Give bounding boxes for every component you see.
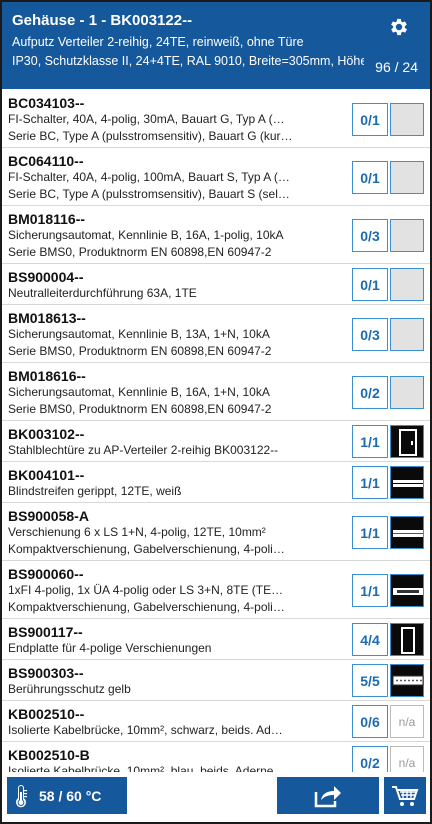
list-item[interactable]: BS900117-- Endplatte für 4-polige Verschi… (2, 619, 430, 660)
list-item[interactable]: BC034103-- FI-Schalter, 40A, 4-polig, 30m… (2, 90, 430, 148)
empty-thumbnail[interactable] (390, 268, 424, 301)
quantity-button[interactable]: 0/6 (352, 705, 388, 738)
busbar-thumbnail[interactable] (390, 574, 424, 607)
item-description: FI-Schalter, 40A, 4-polig, 30mA, Bauart … (8, 112, 285, 126)
item-description: Stahlblechtüre zu AP-Verteiler 2-reihig … (8, 443, 279, 457)
quantity-button[interactable]: 0/2 (352, 746, 388, 772)
cart-button[interactable] (384, 777, 426, 814)
item-description: Blindstreifen gerippt, 12TE, weiß (8, 484, 182, 498)
item-description: Endplatte für 4-polige Verschienungen (8, 641, 212, 655)
enclosure-header: Gehäuse - 1 - BK003122-- Aufputz Verteil… (2, 2, 430, 89)
quantity-button[interactable]: 1/1 (352, 516, 388, 549)
parts-list: BC034103-- FI-Schalter, 40A, 4-polig, 30m… (2, 90, 430, 772)
empty-thumbnail[interactable] (390, 219, 424, 252)
item-description: Sicherungsautomat, Kennlinie B, 16A, 1-p… (8, 228, 284, 242)
item-description: Verschienung 6 x LS 1+N, 4-polig, 12TE, … (8, 525, 266, 539)
quantity-button[interactable]: 0/1 (352, 268, 388, 301)
thermometer-icon (16, 784, 27, 807)
quantity-button[interactable]: 4/4 (352, 623, 388, 656)
item-series: Kompaktverschienung, Gabelverschienung, … (8, 542, 285, 556)
empty-thumbnail[interactable] (390, 103, 424, 136)
list-item[interactable]: BM018116-- Sicherungsautomat, Kennlinie B… (2, 206, 430, 264)
item-description: Sicherungsautomat, Kennlinie B, 16A, 1+N… (8, 385, 270, 399)
item-series: Kompaktverschienung, Gabelverschienung, … (8, 600, 285, 614)
footer-bar: 58 / 60 °C (2, 772, 430, 822)
item-series: Serie BMS0, Produktnorm EN 60898,EN 6094… (8, 245, 272, 259)
list-item[interactable]: KB002510-B Isolierte Kabelbrücke, 10mm², … (2, 742, 430, 772)
enclosure-title: Gehäuse - 1 - BK003122-- (12, 12, 193, 29)
enclosure-description-line2: IP30, Schutzklasse II, 24+4TE, RAL 9010,… (12, 54, 364, 68)
item-series: Serie BMS0, Produktnorm EN 60898,EN 6094… (8, 344, 272, 358)
no-image-thumbnail[interactable]: n/a (390, 705, 424, 738)
blanking-strip-thumbnail[interactable] (390, 466, 424, 499)
door-thumbnail[interactable] (390, 425, 424, 458)
item-description: FI-Schalter, 40A, 4-polig, 100mA, Bauart… (8, 170, 290, 184)
touch-guard-thumbnail[interactable] (390, 664, 424, 697)
list-item[interactable]: KB002510-- Isolierte Kabelbrücke, 10mm², … (2, 701, 430, 742)
quantity-button[interactable]: 0/3 (352, 318, 388, 351)
list-item[interactable]: BS900004-- Neutralleiterdurchführung 63A,… (2, 264, 430, 305)
quantity-button[interactable]: 1/1 (352, 466, 388, 499)
item-description: 1xFI 4-polig, 1x ÜA 4-polig oder LS 3+N,… (8, 583, 284, 597)
temperature-button[interactable]: 58 / 60 °C (7, 777, 127, 814)
item-series: Serie BC, Type A (pulsstromsensitiv), Ba… (8, 129, 293, 143)
app-frame: Gehäuse - 1 - BK003122-- Aufputz Verteil… (2, 2, 430, 822)
export-button[interactable] (277, 777, 379, 814)
module-count: 96 / 24 (375, 59, 418, 75)
list-item[interactable]: BM018616-- Sicherungsautomat, Kennlinie B… (2, 363, 430, 421)
item-description: Sicherungsautomat, Kennlinie B, 13A, 1+N… (8, 327, 270, 341)
quantity-button[interactable]: 0/1 (352, 161, 388, 194)
cart-icon (392, 785, 419, 806)
list-item[interactable]: BK004101-- Blindstreifen gerippt, 12TE, w… (2, 462, 430, 503)
list-item[interactable]: BS900058-A Verschienung 6 x LS 1+N, 4-pol… (2, 503, 430, 561)
empty-thumbnail[interactable] (390, 376, 424, 409)
list-item[interactable]: BM018613-- Sicherungsautomat, Kennlinie B… (2, 305, 430, 363)
no-image-thumbnail[interactable]: n/a (390, 746, 424, 772)
list-item[interactable]: BK003102-- Stahlblechtüre zu AP-Verteiler… (2, 421, 430, 462)
item-description: Berührungsschutz gelb (8, 682, 131, 696)
end-plate-thumbnail[interactable] (390, 623, 424, 656)
temperature-label: 58 / 60 °C (39, 787, 102, 804)
list-item[interactable]: BS900303-- Berührungsschutz gelb 5/5 (2, 660, 430, 701)
quantity-button[interactable]: 1/1 (352, 425, 388, 458)
quantity-button[interactable]: 0/3 (352, 219, 388, 252)
empty-thumbnail[interactable] (390, 318, 424, 351)
busbar-thumbnail[interactable] (390, 516, 424, 549)
list-item[interactable]: BC064110-- FI-Schalter, 40A, 4-polig, 100… (2, 148, 430, 206)
empty-thumbnail[interactable] (390, 161, 424, 194)
item-description: Neutralleiterdurchführung 63A, 1TE (8, 286, 197, 300)
item-series: Serie BMS0, Produktnorm EN 60898,EN 6094… (8, 402, 272, 416)
quantity-button[interactable]: 1/1 (352, 574, 388, 607)
list-item[interactable]: BS900060-- 1xFI 4-polig, 1x ÜA 4-polig od… (2, 561, 430, 619)
item-series: Serie BC, Type A (pulsstromsensitiv), Ba… (8, 187, 290, 201)
quantity-button[interactable]: 5/5 (352, 664, 388, 697)
item-description: Isolierte Kabelbrücke, 10mm², blau, beid… (8, 764, 286, 772)
item-description: Isolierte Kabelbrücke, 10mm², schwarz, b… (8, 723, 283, 737)
gear-icon[interactable] (388, 16, 410, 38)
quantity-button[interactable]: 0/1 (352, 103, 388, 136)
quantity-button[interactable]: 0/2 (352, 376, 388, 409)
share-arrow-icon (314, 785, 341, 807)
enclosure-description-line1: Aufputz Verteiler 2-reihig, 24TE, reinwe… (12, 35, 304, 49)
